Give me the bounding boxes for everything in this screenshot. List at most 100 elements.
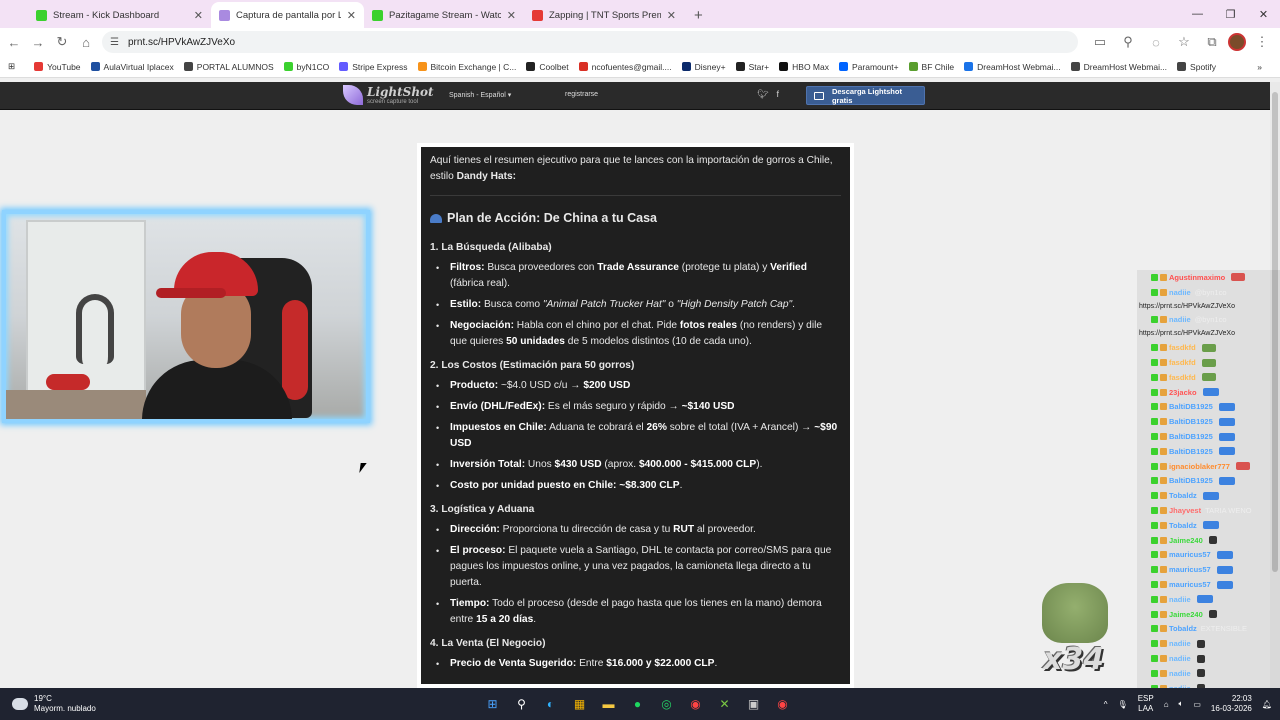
store-icon[interactable]: ▦ (570, 694, 589, 713)
chat-username[interactable]: nadiie (1169, 639, 1191, 648)
bookmark-item[interactable]: byN1CO (279, 62, 335, 72)
maximize-icon[interactable]: ❐ (1214, 0, 1247, 28)
site-info-icon[interactable]: ☰ (110, 36, 122, 48)
chat-username[interactable]: nadiie (1169, 595, 1191, 604)
bookmark-item[interactable]: PORTAL ALUMNOS (179, 62, 279, 72)
battery-icon[interactable]: ▭ (1193, 700, 1201, 709)
zoom-icon[interactable]: ⚲ (1116, 30, 1140, 54)
bookmark-item[interactable]: Star+ (731, 62, 775, 72)
chat-username[interactable]: BaltiDB1925 (1169, 432, 1213, 441)
weather-widget[interactable]: 19°C Mayorm. nublado (12, 694, 96, 714)
bookmark-item[interactable]: Spotify (1172, 62, 1221, 72)
whatsapp-icon[interactable]: ◎ (657, 694, 676, 713)
register-link[interactable]: registrarse (565, 91, 598, 98)
chat-username[interactable]: ignacioblaker777 (1169, 462, 1230, 471)
twitter-icon[interactable]: 🐦︎ (757, 89, 768, 100)
xbox-icon[interactable]: ✕ (715, 694, 734, 713)
chrome-profile-icon[interactable]: ◉ (773, 694, 792, 713)
chat-username[interactable]: nadiie (1169, 669, 1191, 678)
chat-username[interactable]: Agustinmaximo (1169, 273, 1225, 282)
apps-icon[interactable]: ⊞ (0, 61, 29, 72)
back-icon[interactable]: ← (2, 30, 26, 54)
chat-username[interactable]: fasdkfd (1169, 343, 1196, 352)
chat-username[interactable]: mauricus57 (1169, 580, 1211, 589)
close-icon[interactable]: ✕ (347, 9, 356, 22)
edge-icon[interactable]: ◐ (541, 694, 560, 713)
chat-username[interactable]: mauricus57 (1169, 550, 1211, 559)
bookmark-item[interactable]: Coolbet (521, 62, 573, 72)
extensions-icon[interactable]: ⧉ (1200, 30, 1224, 54)
close-icon[interactable]: ✕ (667, 9, 676, 22)
tab-lightshot[interactable]: Captura de pantalla por Lightshot ✕ (211, 2, 364, 28)
chat-username[interactable]: fasdkfd (1169, 358, 1196, 367)
text-run: "High Density Patch Cap" (676, 299, 793, 310)
mic-icon[interactable]: 🎙︎ (1118, 700, 1128, 709)
menu-icon[interactable]: ⋮ (1250, 30, 1274, 54)
notification-icon[interactable]: 🔔︎ (1262, 700, 1272, 709)
tab-pazitagame[interactable]: Pazitagame Stream - Watch Live ✕ (364, 2, 524, 28)
clock[interactable]: 22:03 16-03-2026 (1211, 694, 1252, 714)
facebook-icon[interactable]: f (776, 89, 779, 100)
chat-username[interactable]: nadiie (1169, 654, 1191, 663)
chat-username[interactable]: nadiie (1169, 315, 1191, 324)
address-bar[interactable]: ☰ prnt.sc/HPVkAwZJVeXo (102, 31, 1078, 53)
chat-username[interactable]: nadiie (1169, 288, 1191, 297)
chat-username[interactable]: Jhayvest (1169, 506, 1201, 515)
chat-username[interactable]: Tobaldz (1169, 491, 1197, 500)
forward-icon[interactable]: → (26, 30, 50, 54)
chat-username[interactable]: mauricus57 (1169, 565, 1211, 574)
windows-start-icon[interactable]: ⊞ (483, 694, 502, 713)
bookmark-item[interactable]: ncofuentes@gmail.... (574, 62, 677, 72)
chat-username[interactable]: 23jacko (1169, 388, 1197, 397)
bookmark-item[interactable]: Stripe Express (334, 62, 412, 72)
chat-username[interactable]: BaltiDB1925 (1169, 447, 1213, 456)
chat-username[interactable]: BaltiDB1925 (1169, 417, 1213, 426)
lightshot-logo[interactable]: LightShot screen capture tool (343, 85, 434, 105)
eye-off-icon[interactable]: ◌ (1144, 30, 1168, 54)
bookmark-favicon-icon (90, 62, 100, 71)
close-icon[interactable]: ✕ (194, 9, 203, 22)
reload-icon[interactable]: ↻ (50, 30, 74, 54)
tab-tnt-sports[interactable]: Zapping | TNT Sports Premium ✕ (524, 2, 684, 28)
download-button[interactable]: Descarga Lightshot gratis (806, 86, 925, 105)
bookmark-item[interactable]: BF Chile (904, 62, 960, 72)
language-select[interactable]: Spanish - Español ▾ (449, 91, 511, 99)
chat-username[interactable]: Tobaldz (1169, 521, 1197, 530)
bookmark-star-icon[interactable]: ☆ (1172, 30, 1196, 54)
tray-chevron-icon[interactable]: ^ (1104, 700, 1108, 709)
bookmark-item[interactable]: DreamHost Webmai... (1066, 62, 1172, 72)
chat-username[interactable]: Tobaldz (1169, 624, 1197, 633)
cast-icon[interactable]: ▭ (1088, 30, 1112, 54)
chat-username[interactable]: Jaime240 (1169, 610, 1203, 619)
mouse-cursor (359, 463, 367, 473)
bookmark-item[interactable]: HBO Max (774, 62, 834, 72)
language-indicator[interactable]: ESP LAA (1138, 694, 1154, 714)
network-icon[interactable]: ⌂ (1164, 700, 1169, 709)
chat-username[interactable]: BaltiDB1925 (1169, 402, 1213, 411)
profile-avatar[interactable] (1228, 33, 1246, 51)
new-tab-button[interactable]: + (684, 2, 713, 28)
bookmark-item[interactable]: YouTube (29, 62, 85, 72)
chat-username[interactable]: Jaime240 (1169, 536, 1203, 545)
bookmark-item[interactable]: Paramount+ (834, 62, 904, 72)
home-icon[interactable]: ⌂ (74, 30, 98, 54)
tab-kick-dashboard[interactable]: Stream - Kick Dashboard ✕ (28, 2, 211, 28)
spotify-icon[interactable]: ● (628, 694, 647, 713)
bookmark-item[interactable]: Bitcoin Exchange | C... (413, 62, 522, 72)
bookmark-item[interactable]: Disney+ (677, 62, 731, 72)
chrome-icon[interactable]: ◉ (686, 694, 705, 713)
search-icon[interactable]: ⚲ (512, 694, 531, 713)
chat-username[interactable]: fasdkfd (1169, 373, 1196, 382)
close-window-icon[interactable]: ✕ (1247, 0, 1280, 28)
close-icon[interactable]: ✕ (507, 9, 516, 22)
folder-icon[interactable]: ▬ (599, 694, 618, 713)
bookmark-favicon-icon (964, 62, 974, 71)
volume-icon[interactable]: 🔈︎ (1179, 699, 1184, 709)
app-icon[interactable]: ▣ (744, 694, 763, 713)
minimize-icon[interactable]: — (1181, 0, 1214, 28)
bookmark-item[interactable]: AulaVirtual Iplacex (86, 62, 179, 72)
more-bookmarks-icon[interactable]: » (1252, 62, 1280, 72)
chat-username[interactable]: BaltiDB1925 (1169, 476, 1213, 485)
bookmark-item[interactable]: DreamHost Webmai... (959, 62, 1065, 72)
bookmark-favicon-icon (183, 62, 193, 71)
